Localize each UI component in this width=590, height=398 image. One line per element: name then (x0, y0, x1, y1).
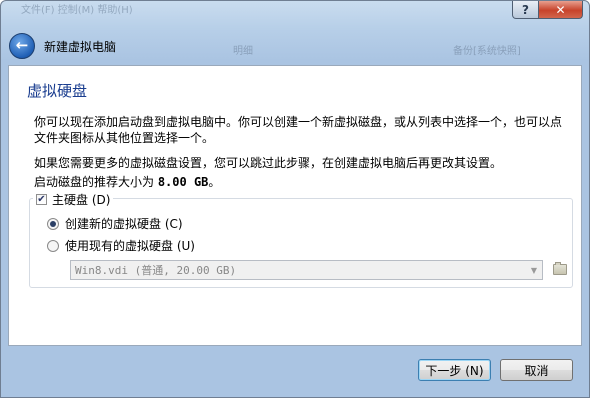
wizard-header: ← 新建虚拟电脑 (7, 27, 583, 65)
cancel-button[interactable]: 取消 (500, 359, 573, 381)
close-button[interactable]: ✕ (539, 1, 583, 19)
existing-disk-select-value: Win8.vdi (普通, 20.00 GB) (75, 264, 237, 277)
chevron-down-icon: ▼ (530, 265, 538, 275)
background-menu-ghost: 文件(F) 控制(M) 帮助(H) (21, 5, 133, 16)
wizard-title: 新建虚拟电脑 (44, 39, 117, 54)
help-button[interactable]: ? (512, 1, 539, 19)
next-button[interactable]: 下一步 (N) (418, 359, 491, 381)
radio-use-existing-disk[interactable]: 使用现有的虚拟硬盘 (U) (47, 237, 195, 254)
radio-existing-indicator[interactable] (47, 239, 59, 252)
back-button[interactable]: ← (9, 33, 35, 59)
existing-disk-select[interactable]: Win8.vdi (普通, 20.00 GB) ▼ (70, 260, 543, 280)
recommended-size-prefix: 启动磁盘的推荐大小为 (34, 175, 158, 189)
page-title: 虚拟硬盘 (27, 82, 88, 100)
radio-selected-dot (50, 220, 56, 227)
primary-disk-group: ✔ 主硬盘 (D) 创建新的虚拟硬盘 (C) 使用现有的虚拟硬盘 (U) Win… (29, 191, 573, 288)
window-controls: ? ✕ (512, 1, 583, 19)
radio-create-indicator[interactable] (47, 217, 59, 230)
recommended-size-value: 8.00 GB (157, 175, 209, 189)
radio-create-new-disk[interactable]: 创建新的虚拟硬盘 (C) (47, 215, 183, 232)
checkmark-icon: ✔ (37, 193, 46, 205)
settings-hint-text: 如果您需要更多的虚拟磁盘设置，您可以跳过此步骤，在创建虚拟电脑后再更改其设置。 (34, 156, 503, 170)
folder-icon (553, 261, 567, 275)
radio-create-label: 创建新的虚拟硬盘 (C) (65, 217, 183, 231)
wizard-window: 文件(F) 控制(M) 帮助(H) ? ✕ 明细 备份[系统快照] ← 新建虚拟… (0, 0, 590, 398)
back-arrow-icon: ← (15, 35, 29, 54)
wizard-content: 虚拟硬盘 你可以现在添加启动盘到虚拟电脑中。你可以创建一个新虚拟磁盘，或从列表中… (8, 65, 582, 346)
recommended-size-text: 启动磁盘的推荐大小为 8.00 GB。 (34, 174, 567, 190)
intro-text: 你可以现在添加启动盘到虚拟电脑中。你可以创建一个新虚拟磁盘，或从列表中选择一个，… (34, 115, 563, 145)
primary-disk-label: 主硬盘 (D) (52, 193, 111, 207)
primary-disk-checkbox[interactable]: ✔ (36, 194, 47, 205)
primary-disk-checkbox-row[interactable]: ✔ 主硬盘 (D) (33, 191, 114, 208)
radio-existing-label: 使用现有的虚拟硬盘 (U) (65, 239, 195, 253)
recommended-size-suffix: 。 (208, 175, 221, 189)
choose-disk-file-button[interactable] (551, 260, 569, 278)
